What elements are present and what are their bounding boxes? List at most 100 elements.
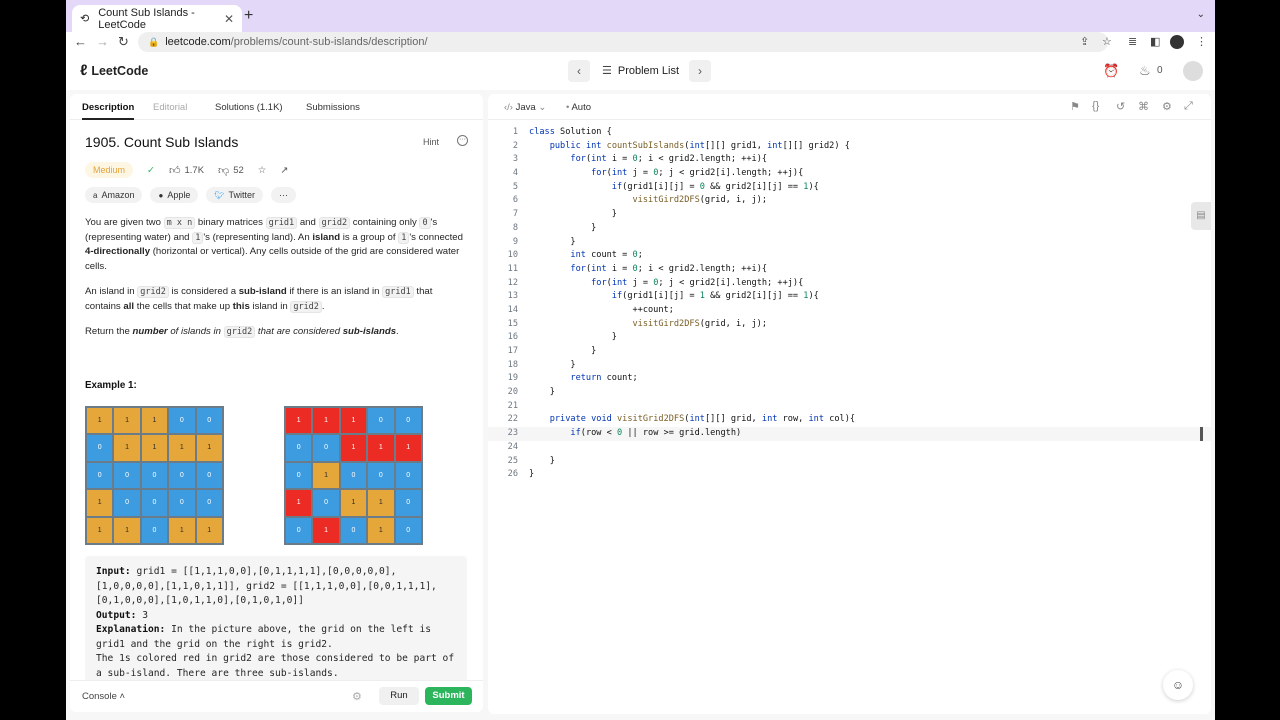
code-line[interactable]: 2 public int countSubIslands(int[][] gri… xyxy=(488,140,1211,154)
reload-icon[interactable]: ↻ xyxy=(118,34,129,50)
bold-text: island xyxy=(312,231,341,243)
line-number: 14 xyxy=(507,304,518,315)
code-area[interactable]: 1 class Solution {2 public int countSubIs… xyxy=(488,126,1211,482)
code-line[interactable]: 25 } xyxy=(488,455,1211,469)
bookmark-icon[interactable]: ⚑ xyxy=(1070,100,1080,113)
grid-cell: 0 xyxy=(394,489,422,517)
company-tag-apple[interactable]: ● Apple xyxy=(150,187,199,203)
code-text: } xyxy=(529,455,555,466)
more-tags-button[interactable]: ··· xyxy=(271,187,297,203)
user-avatar[interactable] xyxy=(1183,61,1203,81)
code-line[interactable]: 20 } xyxy=(488,386,1211,400)
prev-problem-button[interactable]: ‹ xyxy=(568,60,590,82)
grid-cell: 1 xyxy=(285,489,313,517)
sidepanel-icon[interactable]: ◧ xyxy=(1150,35,1160,48)
notes-sidetab-icon[interactable]: ▤ xyxy=(1191,202,1211,230)
browser-tab[interactable]: ⟲ Count Sub Islands - LeetCode ✕ xyxy=(72,5,242,32)
forward-icon[interactable]: → xyxy=(96,34,109,49)
favorite-star-icon[interactable]: ☆ xyxy=(258,165,267,176)
company-tag-amazon[interactable]: a Amazon xyxy=(85,187,143,203)
share-icon[interactable]: ↗ xyxy=(280,165,288,176)
fullscreen-icon[interactable]: ⤢ xyxy=(1184,100,1193,113)
code-line[interactable]: 8 } xyxy=(488,222,1211,236)
code-line[interactable]: 10 int count = 0; xyxy=(488,249,1211,263)
inline-code: grid2 xyxy=(223,326,256,338)
code-text: for(int j = 0; j < grid2[i].length; ++j)… xyxy=(591,168,804,179)
bookmark-star-icon[interactable]: ☆ xyxy=(1102,35,1112,48)
more-options-icon[interactable]: ··· xyxy=(457,135,468,146)
format-braces-icon[interactable]: {} xyxy=(1092,100,1099,112)
code-line[interactable]: 7 } xyxy=(488,208,1211,222)
code-line[interactable]: 6 visitGird2DFS(grid, i, j); xyxy=(488,194,1211,208)
code-line[interactable]: 16 } xyxy=(488,331,1211,345)
grid-cell: 0 xyxy=(394,461,422,490)
share-icon[interactable]: ⇪ xyxy=(1080,35,1089,48)
line-number: 26 xyxy=(507,469,518,480)
problem-list-button[interactable]: ☰ Problem List xyxy=(602,60,679,82)
hint-button[interactable]: Hint xyxy=(423,137,439,147)
tab-editorial[interactable]: Editorial xyxy=(153,102,187,113)
code-line[interactable]: 3 for(int i = 0; i < grid2.length; ++i){ xyxy=(488,153,1211,167)
auto-mode-toggle[interactable]: • Auto xyxy=(566,102,591,113)
alarm-clock-icon[interactable]: ⏰ xyxy=(1103,63,1119,79)
code-line[interactable]: 15 visitGird2DFS(grid, i, j); xyxy=(488,318,1211,332)
code-line[interactable]: 17 } xyxy=(488,345,1211,359)
code-text: for(int j = 0; j < grid2[i].length; ++j)… xyxy=(591,277,804,288)
input-label: Input: xyxy=(96,566,131,577)
new-tab-icon[interactable]: + xyxy=(244,7,253,25)
grid-cell: 1 xyxy=(339,407,368,435)
tab-submissions[interactable]: Submissions xyxy=(306,102,360,113)
code-line[interactable]: 13 if(grid1[i][j] = 1 && grid2[i][j] == … xyxy=(488,290,1211,304)
profile-avatar[interactable] xyxy=(1170,35,1184,49)
reading-list-icon[interactable]: ≣ xyxy=(1128,35,1137,48)
text-run: 's connected xyxy=(409,231,463,243)
code-line[interactable]: 22 private void visitGrid2DFS(int[][] gr… xyxy=(488,413,1211,427)
text-run: 's (representing land). An xyxy=(203,231,313,243)
fire-icon[interactable]: ♨ xyxy=(1139,63,1151,79)
company-tag-twitter[interactable]: 🐦︎ Twitter xyxy=(206,187,264,203)
code-line[interactable]: 12 for(int j = 0; j < grid2[i].length; +… xyxy=(488,277,1211,291)
code-line[interactable]: 24 xyxy=(488,441,1211,455)
dislike-count: 52 xyxy=(233,164,244,176)
editor-settings-icon[interactable]: ⚙ xyxy=(1162,100,1172,113)
inline-code: 1 xyxy=(398,231,410,244)
settings-gear-icon[interactable]: ⚙ xyxy=(352,690,362,703)
close-tab-icon[interactable]: ✕ xyxy=(224,12,234,26)
menu-kebab-icon[interactable]: ⋮ xyxy=(1196,35,1207,48)
code-line[interactable]: 5 if(grid1[i][j] = 0 && grid2[i][j] == 1… xyxy=(488,181,1211,195)
code-line[interactable]: 14 ++count; xyxy=(488,304,1211,318)
explanation-more: The 1s colored red in grid2 are those co… xyxy=(96,653,455,679)
address-bar[interactable]: 🔒 leetcode.com/problems/count-sub-islands… xyxy=(138,32,1108,52)
back-icon[interactable]: ← xyxy=(74,34,87,49)
next-problem-button[interactable]: › xyxy=(689,60,711,82)
line-number: 11 xyxy=(507,263,518,274)
dislike-button[interactable]: 👎︎ 52 xyxy=(218,164,244,177)
code-line[interactable]: 26} xyxy=(488,468,1211,482)
submit-button[interactable]: Submit xyxy=(425,687,472,705)
code-line[interactable]: 23 if(row < 0 || row >= grid.length) xyxy=(488,427,1211,441)
code-line[interactable]: 18 } xyxy=(488,359,1211,373)
editor-scrollbar[interactable] xyxy=(1200,427,1203,441)
code-line[interactable]: 4 for(int j = 0; j < grid2[i].length; ++… xyxy=(488,167,1211,181)
code-line[interactable]: 21 xyxy=(488,400,1211,414)
tab-description[interactable]: Description xyxy=(82,102,135,120)
grid-cell: 0 xyxy=(168,489,196,517)
code-line[interactable]: 19 return count; xyxy=(488,372,1211,386)
feedback-chat-button[interactable]: ☺ xyxy=(1163,670,1193,700)
reset-icon[interactable]: ↺ xyxy=(1116,100,1125,113)
shortcut-icon[interactable]: ⌘ xyxy=(1138,100,1149,113)
code-line[interactable]: 9 } xyxy=(488,236,1211,250)
code-line[interactable]: 11 for(int i = 0; i < grid2.length; ++i)… xyxy=(488,263,1211,277)
run-button[interactable]: Run xyxy=(379,687,419,705)
grid-cell: 1 xyxy=(113,516,141,544)
tab-solutions[interactable]: Solutions (1.1K) xyxy=(215,102,283,113)
console-toggle[interactable]: Console ˄ xyxy=(82,691,125,702)
leetcode-logo[interactable]: ℓ LeetCode xyxy=(80,62,148,79)
tab-search-chevron-icon[interactable]: ⌄ xyxy=(1197,9,1205,20)
code-line[interactable]: 1 class Solution { xyxy=(488,126,1211,140)
code-text: ++count; xyxy=(529,304,674,315)
code-text: private void visitGrid2DFS(int[][] grid,… xyxy=(549,414,856,425)
language-select[interactable]: ‹/› Java ⌄ xyxy=(504,102,546,113)
grid-cell: 0 xyxy=(394,407,422,435)
like-button[interactable]: 👍︎ 1.7K xyxy=(169,164,204,177)
